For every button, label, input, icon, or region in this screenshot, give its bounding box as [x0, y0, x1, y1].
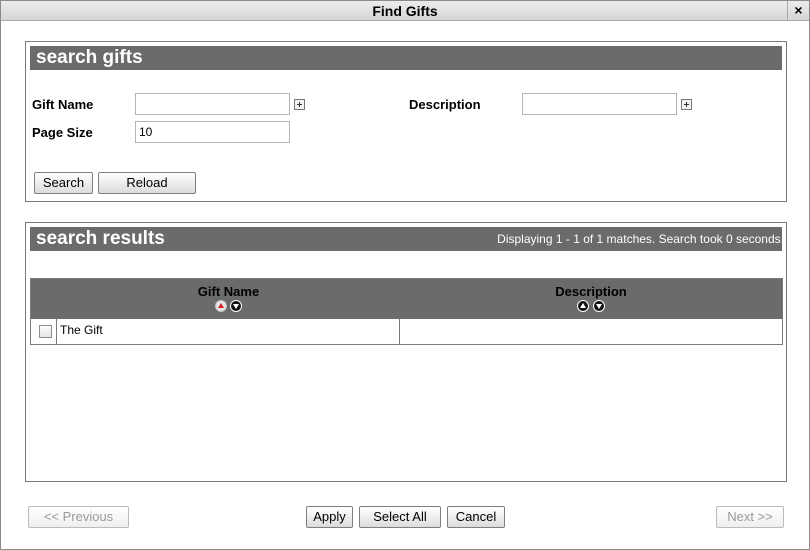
row-select-cell	[31, 319, 57, 344]
grid-header-row: Gift Name Description	[31, 279, 782, 319]
row-checkbox[interactable]	[39, 325, 52, 338]
page-size-input[interactable]	[135, 121, 290, 143]
close-button[interactable]: ×	[787, 1, 809, 21]
dialog-titlebar[interactable]: Find Gifts ×	[1, 1, 809, 21]
select-all-button[interactable]: Select All	[359, 506, 441, 528]
column-label-gift-name: Gift Name	[197, 284, 260, 299]
table-row[interactable]: The Gift	[31, 319, 782, 344]
next-button[interactable]: Next >>	[716, 506, 784, 528]
page-size-label: Page Size	[32, 125, 93, 140]
sort-down-icon[interactable]	[592, 300, 605, 312]
close-icon: ×	[794, 2, 803, 18]
search-gifts-header: search gifts	[30, 46, 782, 70]
sort-down-icon[interactable]	[230, 300, 243, 312]
search-button[interactable]: Search	[34, 172, 93, 194]
column-label-description: Description	[555, 284, 627, 299]
description-add-icon[interactable]	[681, 99, 692, 110]
gift-name-cell: The Gift	[57, 319, 400, 344]
dialog-title: Find Gifts	[372, 3, 438, 19]
search-results-title: search results	[36, 228, 165, 249]
gift-name-value: The Gift	[60, 323, 103, 337]
search-gifts-panel: search gifts Gift Name Description Page …	[25, 41, 787, 202]
search-results-panel: search results Displaying 1 - 1 of 1 mat…	[25, 222, 787, 482]
results-status-text: Displaying 1 - 1 of 1 matches. Search to…	[497, 232, 784, 246]
gift-name-label: Gift Name	[32, 97, 94, 112]
description-sort-controls	[577, 300, 605, 314]
gift-name-add-icon[interactable]	[294, 99, 305, 110]
gift-name-sort-controls	[214, 300, 243, 314]
results-grid: Gift Name Description The Gift	[30, 278, 783, 345]
column-header-description[interactable]: Description	[400, 279, 782, 319]
search-gifts-title: search gifts	[36, 47, 143, 68]
previous-button[interactable]: << Previous	[28, 506, 129, 528]
sort-up-icon[interactable]	[214, 300, 227, 312]
search-results-header: search results Displaying 1 - 1 of 1 mat…	[30, 227, 784, 251]
description-label: Description	[409, 97, 481, 112]
column-header-gift-name[interactable]: Gift Name	[57, 279, 400, 319]
gift-name-input[interactable]	[135, 93, 290, 115]
sort-up-icon[interactable]	[577, 300, 590, 312]
apply-button[interactable]: Apply	[306, 506, 353, 528]
find-gifts-dialog: Find Gifts × search gifts Gift Name Desc…	[0, 0, 810, 550]
description-cell	[400, 319, 782, 344]
reload-button[interactable]: Reload	[98, 172, 196, 194]
cancel-button[interactable]: Cancel	[447, 506, 505, 528]
description-input[interactable]	[522, 93, 677, 115]
